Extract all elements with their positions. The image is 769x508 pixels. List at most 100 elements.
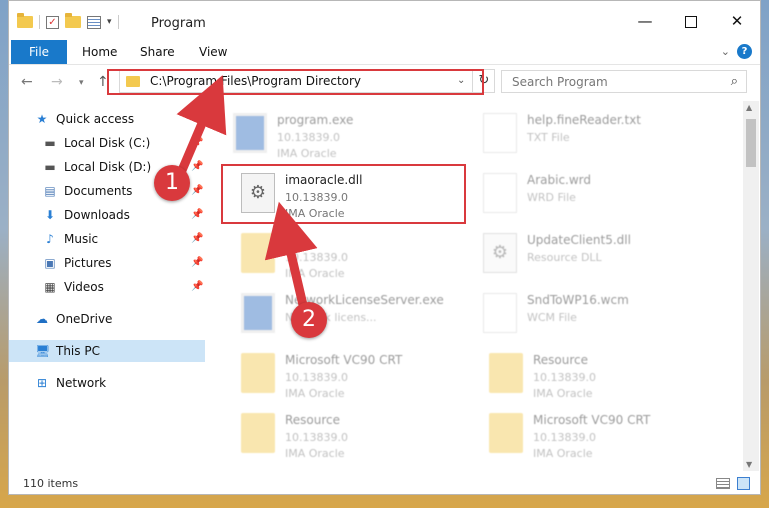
file-company: IMA Oracle	[285, 447, 345, 460]
search-box[interactable]: Search Program ⌕	[501, 70, 747, 93]
sidebar-item-quick-access[interactable]: ★ Quick access	[9, 108, 205, 130]
forward-button[interactable]: →	[51, 74, 63, 90]
sidebar-item-this-pc[interactable]: 🖥 This PC	[9, 340, 205, 362]
folder-icon	[489, 353, 523, 393]
tab-view[interactable]: View	[199, 40, 227, 64]
ribbon: File Home Share View ⌄ ?	[9, 40, 760, 65]
sidebar-item-network[interactable]: ⊞ Network	[9, 372, 205, 394]
navigation-bar: ← → ▾ ↑ C:\Program Files\Program Directo…	[9, 65, 760, 99]
network-icon: ⊞	[36, 376, 48, 390]
file-name: UpdateClient5.dll	[527, 233, 631, 247]
file-version: 10.13839.0	[285, 371, 348, 384]
pin-icon: 📌	[191, 209, 204, 220]
pictures-icon: ▣	[44, 256, 56, 270]
pin-icon: 📌	[191, 161, 204, 172]
file-version: 10.13839.0	[285, 191, 348, 204]
sidebar-item-label: OneDrive	[56, 312, 113, 326]
folder-icon	[126, 76, 140, 87]
file-item[interactable]: program.exe 10.13839.0 IMA Oracle	[229, 109, 469, 165]
pin-icon: 📌	[191, 257, 204, 268]
file-item[interactable]: SndToWP16.wcm WCM File	[479, 289, 719, 345]
explorer-window: ✓ ▾ Program — ✕ File Home Share View ⌄ ?…	[8, 0, 761, 495]
file-item[interactable]: 10.13839.0 IMA Oracle	[237, 229, 477, 285]
drive-icon: ▬	[44, 136, 56, 150]
download-icon: ⬇	[44, 208, 56, 222]
tab-file[interactable]: File	[11, 40, 67, 64]
sidebar-item-label: Local Disk (D:)	[64, 160, 152, 174]
pin-icon: 📌	[191, 137, 204, 148]
documents-icon: ▤	[44, 184, 56, 198]
document-icon	[483, 293, 517, 333]
step-badge-2: 2	[291, 302, 327, 338]
address-path[interactable]: C:\Program Files\Program Directory	[150, 74, 361, 88]
file-item[interactable]: Resource 10.13839.0 IMA Oracle	[485, 349, 725, 405]
folder-icon	[241, 233, 275, 273]
file-type: Resource DLL	[527, 251, 602, 264]
file-version: 10.13839.0	[285, 431, 348, 444]
navigation-pane: ★ Quick access ▬ Local Disk (C:) 📌 ▬ Loc…	[9, 101, 205, 469]
refresh-button[interactable]: ↻	[472, 70, 495, 92]
file-name: Microsoft VC90 CRT	[533, 413, 651, 427]
tab-home[interactable]: Home	[82, 40, 117, 64]
sidebar-item-label: Quick access	[56, 112, 135, 126]
sidebar-item-music[interactable]: ♪ Music 📌	[9, 228, 205, 250]
file-type: WRD File	[527, 191, 576, 204]
file-name: SndToWP16.wcm	[527, 293, 629, 307]
file-name: program.exe	[277, 113, 354, 127]
chevron-down-icon[interactable]: ▾	[107, 17, 112, 27]
videos-icon: ▦	[44, 280, 56, 294]
sidebar-item-pictures[interactable]: ▣ Pictures 📌	[9, 252, 205, 274]
quick-access-toolbar: ✓ ▾	[17, 13, 119, 29]
pin-icon: 📌	[191, 281, 204, 292]
title-bar: ✓ ▾ Program — ✕	[9, 1, 760, 40]
properties-check-icon[interactable]: ✓	[46, 15, 59, 29]
maximize-icon	[685, 15, 697, 28]
expand-ribbon-icon[interactable]: ⌄	[721, 45, 730, 58]
new-folder-icon[interactable]	[65, 13, 81, 28]
scrollbar-thumb[interactable]	[746, 119, 756, 167]
file-item[interactable]: Arabic.wrd WRD File	[479, 169, 719, 225]
sidebar-item-onedrive[interactable]: ☁ OneDrive	[9, 308, 205, 330]
folder-icon	[489, 413, 523, 453]
minimize-button[interactable]: —	[622, 10, 668, 32]
file-name: imaoracle.dll	[285, 173, 363, 187]
maximize-button[interactable]	[668, 10, 714, 32]
sidebar-item-videos[interactable]: ▦ Videos 📌	[9, 276, 205, 298]
chevron-down-icon[interactable]: ⌄	[457, 75, 465, 86]
search-placeholder[interactable]: Search Program	[512, 75, 608, 89]
file-item[interactable]: NetworkLicenseServer.exe Network licens.…	[237, 289, 477, 345]
pin-icon: 📌	[191, 233, 204, 244]
file-item[interactable]: Microsoft VC90 CRT 10.13839.0 IMA Oracle	[237, 349, 477, 405]
up-button[interactable]: ↑	[97, 74, 109, 90]
computer-icon: 🖥	[35, 344, 51, 358]
file-item[interactable]: help.fineReader.txt TXT File	[479, 109, 719, 165]
vertical-scrollbar[interactable]: ▲ ▼	[743, 101, 759, 471]
address-bar[interactable]: C:\Program Files\Program Directory ⌄ ↻	[119, 69, 495, 93]
large-icons-view-icon[interactable]	[737, 477, 750, 490]
back-button[interactable]: ←	[21, 74, 33, 90]
sidebar-item-downloads[interactable]: ⬇ Downloads 📌	[9, 204, 205, 226]
details-view-icon[interactable]	[716, 478, 730, 489]
file-item[interactable]: ⚙ UpdateClient5.dll Resource DLL	[479, 229, 719, 285]
recent-locations-icon[interactable]: ▾	[79, 78, 84, 88]
file-item-imaoracle-dll[interactable]: ⚙ imaoracle.dll 10.13839.0 IMA Oracle	[237, 169, 477, 225]
star-icon: ★	[36, 112, 48, 126]
sidebar-item-label: Local Disk (C:)	[64, 136, 151, 150]
file-item[interactable]: Microsoft VC90 CRT 10.13839.0 IMA Oracle	[485, 409, 725, 465]
toolbar-separator	[117, 15, 119, 29]
file-company: IMA Oracle	[285, 207, 345, 220]
file-name: Microsoft VC90 CRT	[285, 353, 403, 367]
cloud-icon: ☁	[36, 312, 48, 326]
file-item[interactable]: Resource 10.13839.0 IMA Oracle	[237, 409, 477, 465]
scroll-down-icon[interactable]: ▼	[746, 460, 752, 469]
sidebar-item-local-disk-c[interactable]: ▬ Local Disk (C:) 📌	[9, 132, 205, 154]
app-icon	[241, 293, 275, 333]
rename-icon[interactable]	[87, 15, 101, 29]
tab-share[interactable]: Share	[140, 40, 175, 64]
file-type: WCM File	[527, 311, 577, 324]
scroll-up-icon[interactable]: ▲	[746, 103, 752, 112]
close-button[interactable]: ✕	[714, 10, 760, 32]
sidebar-item-label: Music	[64, 232, 99, 246]
folder-icon	[241, 353, 275, 393]
help-button[interactable]: ?	[737, 44, 752, 59]
